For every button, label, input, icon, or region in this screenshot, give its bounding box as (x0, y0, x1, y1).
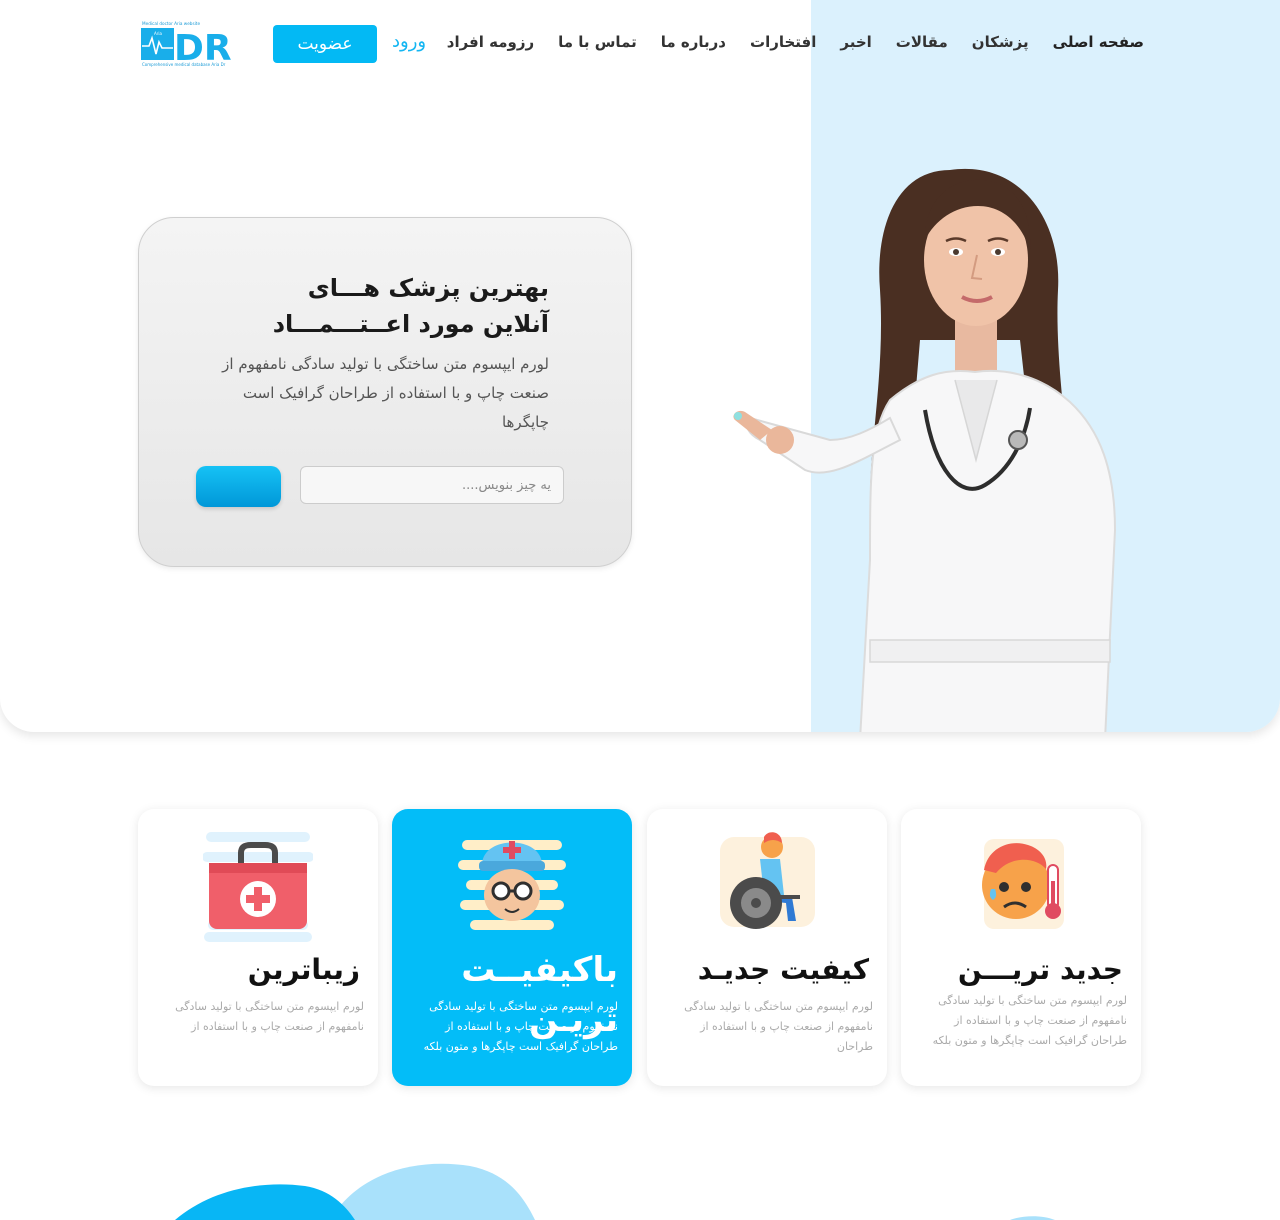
feature-text: لورم ایپسوم متن ساختگی با تولید سادگی نا… (175, 1000, 364, 1033)
site-logo[interactable]: Medical doctor Aria website Aria DR Comp… (140, 20, 244, 68)
hero-title: بهترین پزشک هـــای آنلاین مورد اعــتـــم… (209, 270, 549, 342)
nav-news[interactable]: اخبر (840, 30, 871, 54)
nav-honors[interactable]: افتخارات (750, 30, 816, 54)
feature-card-best-quality[interactable]: باکیفیــت تریـن لورم ایپسوم متن ساختگی ب… (392, 809, 632, 1086)
nav-articles[interactable]: مقالات (896, 30, 948, 54)
feature-title: جدید تریـــن (957, 953, 1123, 986)
feature-text: لورم ایپسوم متن ساختگی با تولید سادگی نا… (423, 1000, 618, 1053)
feature-card-newest[interactable]: جدید تریـــن لورم ایپسوم متن ساختگی با ت… (901, 809, 1141, 1086)
feature-card-most-beautiful[interactable]: زیباترین لورم ایپسوم متن ساختگی با تولید… (138, 809, 378, 1086)
hero-title-line1: بهترین پزشک هـــای (307, 274, 549, 302)
doctor-face-icon (458, 840, 566, 930)
logo-brand: Aria (154, 31, 162, 36)
nav-home[interactable]: صفحه اصلی (1053, 30, 1144, 54)
nav-contact[interactable]: تماس با ما (558, 30, 637, 54)
first-aid-kit-icon (203, 832, 313, 942)
feature-title: زیباترین (247, 953, 360, 986)
search-button[interactable] (196, 466, 281, 507)
join-button[interactable]: عضویت (273, 25, 377, 63)
feature-text: لورم ایپسوم متن ساختگی با تولید سادگی نا… (932, 994, 1127, 1047)
main-nav: صفحه اصلی پزشکان مقالات اخبر افتخارات در… (447, 30, 1144, 54)
feature-text: لورم ایپسوم متن ساختگی با تولید سادگی نا… (684, 1000, 873, 1053)
nav-resumes[interactable]: رزومه افراد (447, 30, 534, 54)
login-link[interactable]: ورود (392, 30, 426, 54)
doctor-pointing-illustration (733, 168, 1117, 732)
feature-title: کیفیت جدیـد (697, 953, 869, 986)
wheelchair-icon (720, 832, 815, 929)
hero-title-line2: آنلاین مورد اعــتـــمـــاد (272, 310, 549, 338)
logo-bottom-caption: Comprehensive medical database Aria Dr (142, 62, 226, 67)
hero-description: لورم ایپسوم متن ساختگی با تولید سادگی نا… (222, 355, 549, 431)
decorative-blobs (175, 1163, 1055, 1220)
sick-face-thermometer-icon (982, 839, 1064, 929)
nav-doctors[interactable]: پزشکان (972, 30, 1029, 54)
logo-top-caption: Medical doctor Aria website (142, 21, 200, 26)
hero-card: بهترین پزشک هـــای آنلاین مورد اعــتـــم… (138, 217, 632, 567)
nav-about[interactable]: درباره ما (661, 30, 726, 54)
feature-card-new-quality[interactable]: کیفیت جدیـد لورم ایپسوم متن ساختگی با تو… (647, 809, 887, 1086)
search-input[interactable] (300, 466, 564, 504)
hero-section: صفحه اصلی پزشکان مقالات اخبر افتخارات در… (0, 0, 1280, 732)
